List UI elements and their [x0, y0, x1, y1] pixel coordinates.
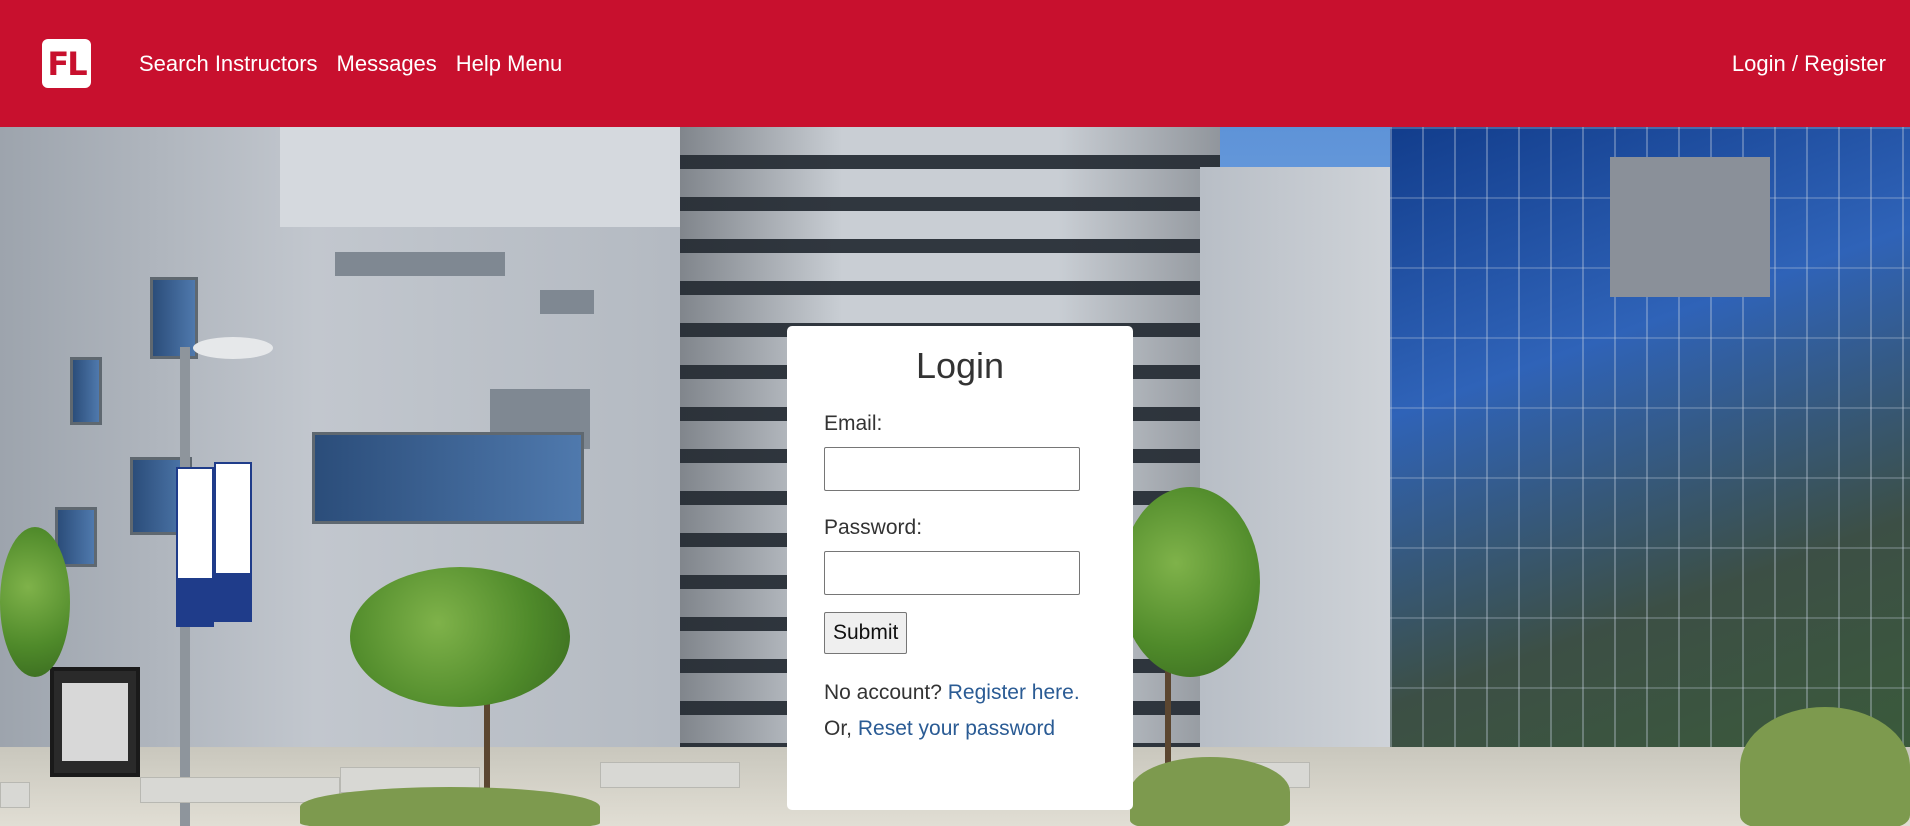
tree: [350, 567, 570, 707]
info-kiosk: [50, 667, 140, 777]
login-register-link[interactable]: Login / Register: [1732, 51, 1886, 77]
email-field[interactable]: [824, 447, 1080, 491]
stone-bench: [0, 782, 30, 808]
building-panel: [540, 290, 594, 314]
lamp-head: [193, 337, 273, 359]
reset-prompt: Or, Reset your password: [824, 717, 1096, 741]
reset-prefix-text: Or,: [824, 717, 853, 740]
register-prompt: No account? Register here.: [824, 681, 1096, 705]
top-navbar: FL Search Instructors Messages Help Menu…: [0, 0, 1910, 127]
login-card: Login Email: Password: Submit No account…: [787, 326, 1133, 810]
campus-banner: [214, 462, 252, 622]
tree: [0, 527, 70, 677]
password-field[interactable]: [824, 551, 1080, 595]
building-window: [312, 432, 584, 524]
reset-password-link[interactable]: Reset your password: [858, 717, 1055, 740]
building-panel: [335, 252, 505, 276]
shrub: [1130, 757, 1290, 826]
email-label: Email:: [824, 412, 883, 435]
building-window: [70, 357, 102, 425]
tree: [1120, 487, 1260, 677]
campus-banner: [176, 467, 214, 627]
no-account-text: No account?: [824, 681, 942, 704]
rooftop-structure: [1610, 157, 1770, 297]
submit-button[interactable]: Submit: [824, 612, 908, 654]
kiosk-panel: [62, 683, 128, 761]
shrub: [1740, 707, 1910, 826]
login-title: Login: [915, 345, 1005, 386]
nav-link-help-menu[interactable]: Help Menu: [456, 51, 562, 77]
nav-links: Search Instructors Messages Help Menu: [139, 51, 562, 77]
building-left-upper: [280, 127, 700, 227]
shrub: [300, 787, 600, 826]
building-window: [150, 277, 198, 359]
nav-link-search-instructors[interactable]: Search Instructors: [139, 51, 318, 77]
nav-link-messages[interactable]: Messages: [337, 51, 437, 77]
site-logo[interactable]: FL: [42, 39, 91, 88]
building-middle: [1200, 167, 1400, 767]
password-label: Password:: [824, 516, 923, 539]
stone-bench: [600, 762, 740, 788]
register-link[interactable]: Register here.: [948, 681, 1080, 704]
